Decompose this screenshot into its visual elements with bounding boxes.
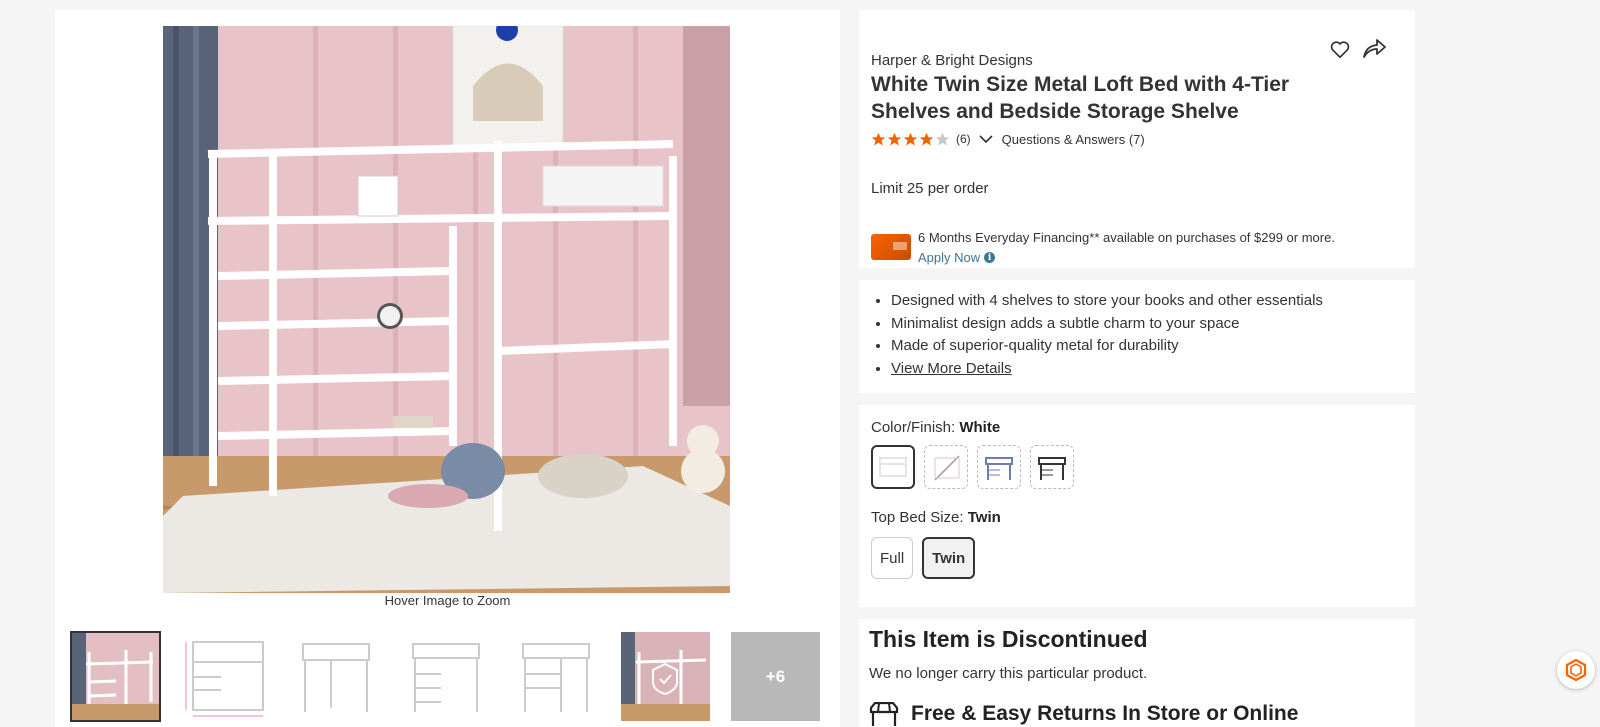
highlight-item: Made of superior-quality metal for durab… (891, 335, 1323, 358)
hover-zoom-hint: Hover Image to Zoom (384, 593, 511, 608)
product-title: White Twin Size Metal Loft Bed with 4-Ti… (871, 73, 1290, 123)
review-count[interactable]: (6) (956, 132, 971, 146)
thumbnail-6-video[interactable] (621, 632, 710, 721)
rating-row: (6) Questions & Answers (7) (871, 130, 1145, 148)
star-empty-icon (935, 132, 950, 145)
returns-row: Free & Easy Returns In Store or Online (869, 702, 1298, 726)
swatch-option-3[interactable] (977, 445, 1021, 489)
more-thumbnails-button[interactable]: +6 (731, 632, 820, 721)
star-filled-icon (871, 132, 886, 145)
star-filled-icon (887, 132, 902, 145)
highlight-item-link: View More Details (891, 358, 1323, 381)
thumbnail-strip: +6 (70, 631, 831, 722)
hexagon-chat-icon (1565, 658, 1587, 682)
swatch-white[interactable] (871, 445, 915, 489)
size-full-button[interactable]: Full (871, 537, 914, 579)
thumbnail-1[interactable] (70, 631, 161, 722)
thumbnail-3[interactable] (291, 632, 380, 721)
thumbnail-5[interactable] (511, 632, 600, 721)
thumbnail-2[interactable] (181, 632, 270, 721)
free-returns-text: Free & Easy Returns In Store or Online (911, 702, 1299, 725)
swatch-option-2[interactable] (924, 445, 968, 489)
financing-text: 6 Months Everyday Financing** available … (918, 230, 1335, 245)
top-bed-size-label: Top Bed Size: Twin (871, 509, 1001, 526)
size-twin-button[interactable]: Twin (922, 537, 976, 579)
store-icon (869, 702, 899, 726)
highlight-item: Minimalist design adds a subtle charm to… (891, 313, 1323, 336)
heart-icon[interactable] (1329, 38, 1351, 60)
product-highlights-card: Designed with 4 shelves to store your bo… (859, 280, 1415, 393)
loft-bed-photo (163, 26, 730, 593)
swatch-option-4[interactable] (1030, 445, 1074, 489)
apply-now-label: Apply Now (918, 250, 981, 265)
credit-card-icon (871, 234, 911, 260)
more-thumbnails-count: +6 (765, 666, 786, 686)
color-swatches (871, 445, 1074, 489)
questions-answers-link[interactable]: Questions & Answers (7) (1002, 132, 1145, 147)
view-more-details-link[interactable]: View More Details (891, 360, 1012, 377)
color-finish-value: White (959, 419, 1001, 436)
highlights-list: Designed with 4 shelves to store your bo… (891, 290, 1323, 380)
discontinued-title: This Item is Discontinued (869, 626, 1148, 652)
top-bed-size-value: Twin (967, 509, 1001, 526)
share-icon[interactable] (1361, 36, 1387, 60)
star-filled-icon (919, 132, 934, 145)
product-gallery: Hover Image to Zoom +6 (55, 10, 840, 727)
chat-assistant-button[interactable] (1557, 651, 1595, 689)
main-product-image[interactable] (163, 26, 730, 593)
product-options-card: Color/Finish: White Top Bed Size: Twin F… (859, 405, 1415, 607)
info-icon[interactable]: i (984, 252, 996, 263)
product-info-card: Harper & Bright Designs White Twin Size … (859, 10, 1415, 268)
color-finish-label: Color/Finish: White (871, 419, 1001, 436)
thumbnail-4[interactable] (401, 632, 490, 721)
highlight-item: Designed with 4 shelves to store your bo… (891, 290, 1323, 313)
apply-now-link[interactable]: Apply Now i (918, 250, 996, 265)
star-rating[interactable] (871, 132, 950, 147)
size-options: Full Twin (871, 537, 976, 579)
order-limit: Limit 25 per order (871, 180, 989, 197)
star-filled-icon (903, 132, 918, 145)
brand-name[interactable]: Harper & Bright Designs (871, 52, 1033, 69)
discontinued-subtitle: We no longer carry this particular produ… (869, 665, 1148, 682)
chevron-down-icon[interactable] (979, 134, 993, 144)
discontinued-card: This Item is Discontinued We no longer c… (859, 619, 1415, 727)
